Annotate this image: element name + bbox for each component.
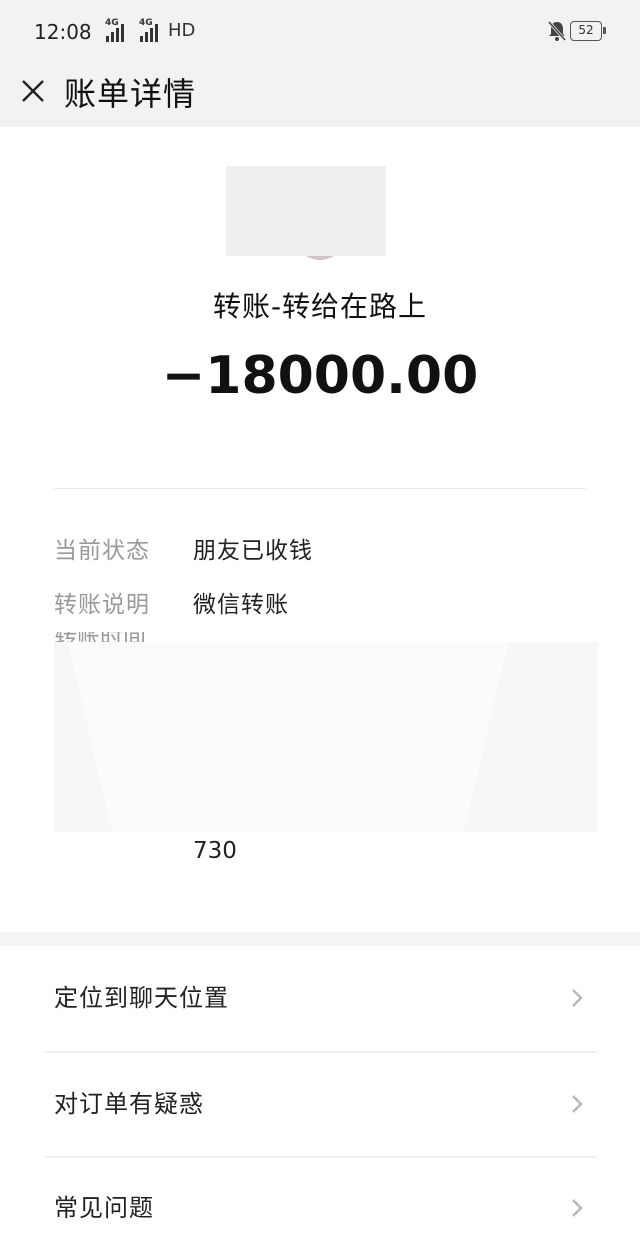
battery-icon: 52 [570, 21, 606, 41]
chevron-right-icon [572, 989, 583, 1007]
section-gap [0, 932, 640, 946]
divider [54, 488, 586, 489]
menu-item-label: 常见问题 [54, 1194, 154, 1222]
status-time: 12:08 [34, 20, 92, 44]
hidden-row-label: 转账时间 [54, 632, 174, 642]
menu-item-label: 定位到聊天位置 [54, 984, 229, 1012]
chevron-right-icon [572, 1095, 583, 1113]
menu-item-locate-chat[interactable]: 定位到聊天位置 [0, 946, 640, 1050]
signal-icon: 4G [134, 18, 158, 42]
title-bar: 账单详情 [0, 64, 640, 127]
status-label: 当前状态 [54, 538, 150, 564]
signal-icon: 4G [100, 18, 124, 42]
mute-bell-icon [547, 21, 567, 41]
chevron-right-icon [572, 1199, 583, 1217]
network-type-label: 4G [139, 18, 153, 28]
hd-indicator: HD [168, 20, 196, 41]
note-label: 转账说明 [54, 592, 150, 618]
redacted-details [54, 642, 598, 832]
transaction-title: 转账-转给在路上 [212, 290, 428, 323]
status-bar: 12:08 4G 4G HD 52 [0, 0, 640, 64]
note-value: 微信转账 [193, 592, 289, 618]
menu-item-label: 对订单有疑惑 [54, 1090, 204, 1118]
page-title: 账单详情 [64, 75, 197, 113]
transaction-amount: −18000.00 [161, 346, 479, 406]
status-value: 朋友已收钱 [193, 538, 313, 564]
menu-item-order-question[interactable]: 对订单有疑惑 [0, 1052, 640, 1156]
avatar-redaction [226, 166, 386, 256]
menu-item-faq[interactable]: 常见问题 [0, 1156, 640, 1260]
order-number-value: 730 [193, 838, 237, 864]
network-type-label: 4G [105, 18, 119, 28]
close-icon[interactable] [16, 74, 50, 108]
